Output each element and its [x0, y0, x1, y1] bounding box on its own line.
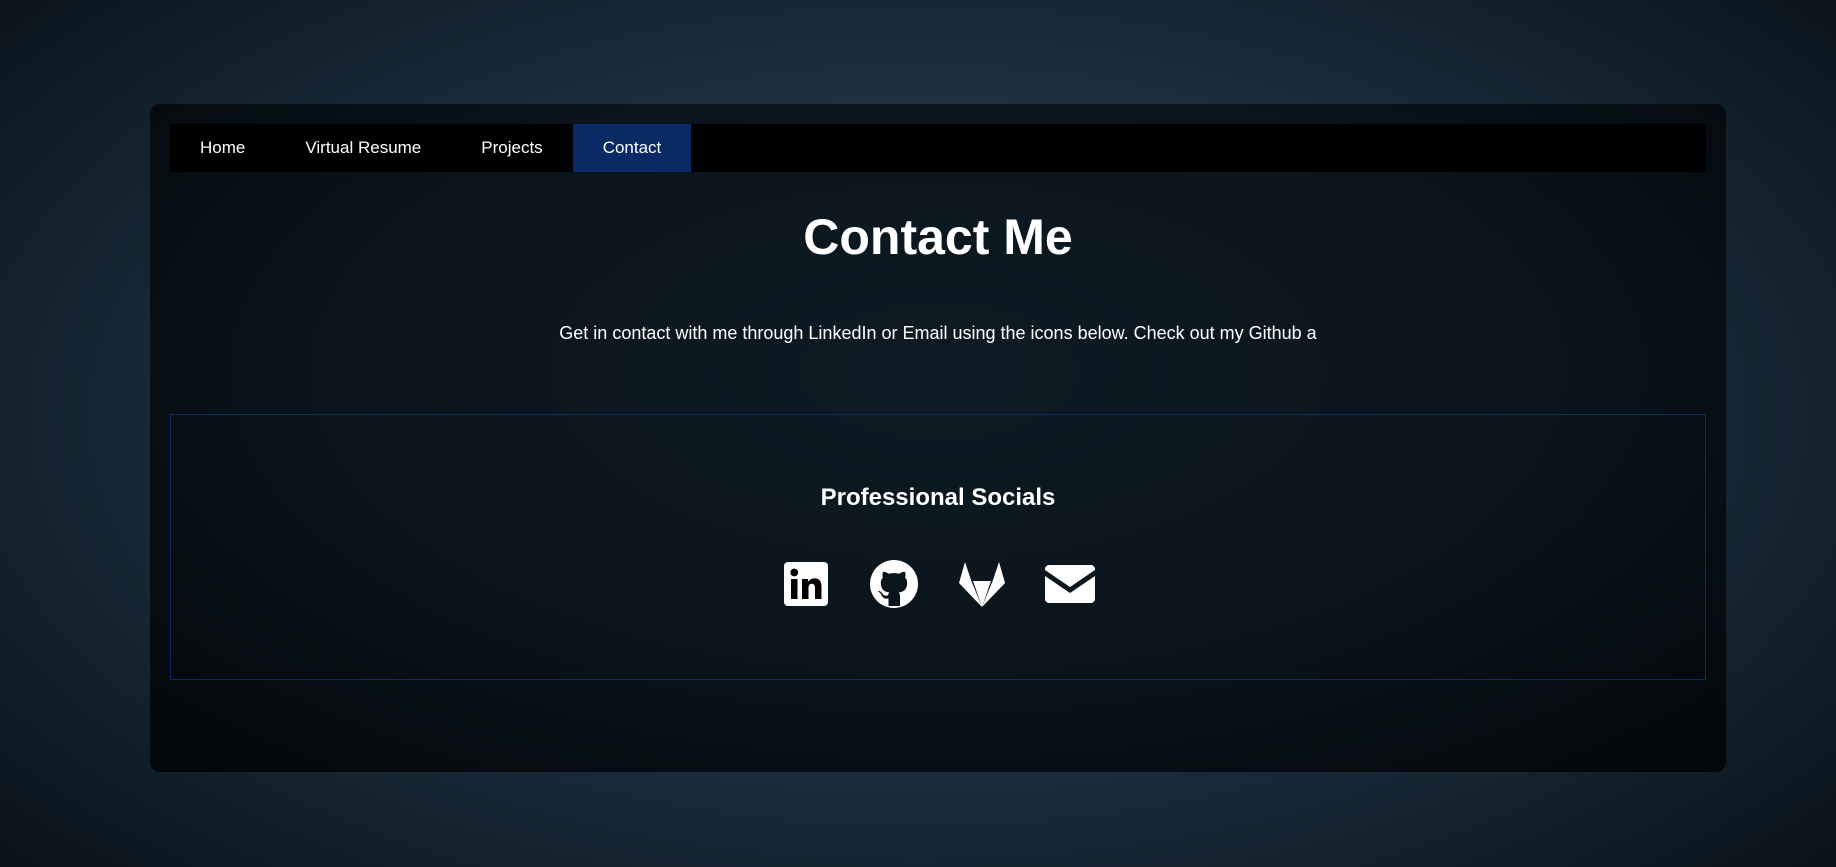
- nav-item-virtual-resume[interactable]: Virtual Resume: [275, 124, 451, 172]
- github-icon: [870, 560, 918, 608]
- email-icon: [1045, 565, 1095, 603]
- github-link[interactable]: [869, 559, 919, 609]
- nav-item-projects[interactable]: Projects: [451, 124, 572, 172]
- linkedin-link[interactable]: [781, 559, 831, 609]
- nav-item-contact[interactable]: Contact: [572, 124, 692, 172]
- nav-item-home[interactable]: Home: [170, 124, 275, 172]
- content-card: Home Virtual Resume Projects Contact Con…: [150, 104, 1726, 772]
- intro-text: Get in contact with me through LinkedIn …: [559, 323, 1317, 343]
- socials-heading: Professional Socials: [820, 484, 1056, 511]
- linkedin-icon: [784, 562, 828, 606]
- page-title: Contact Me: [803, 209, 1073, 265]
- social-icons-row: [171, 559, 1705, 609]
- socials-section: Professional Socials: [170, 414, 1706, 680]
- gitlab-link[interactable]: [957, 559, 1007, 609]
- navbar: Home Virtual Resume Projects Contact: [170, 124, 1706, 172]
- email-link[interactable]: [1045, 559, 1095, 609]
- gitlab-icon: [959, 562, 1005, 607]
